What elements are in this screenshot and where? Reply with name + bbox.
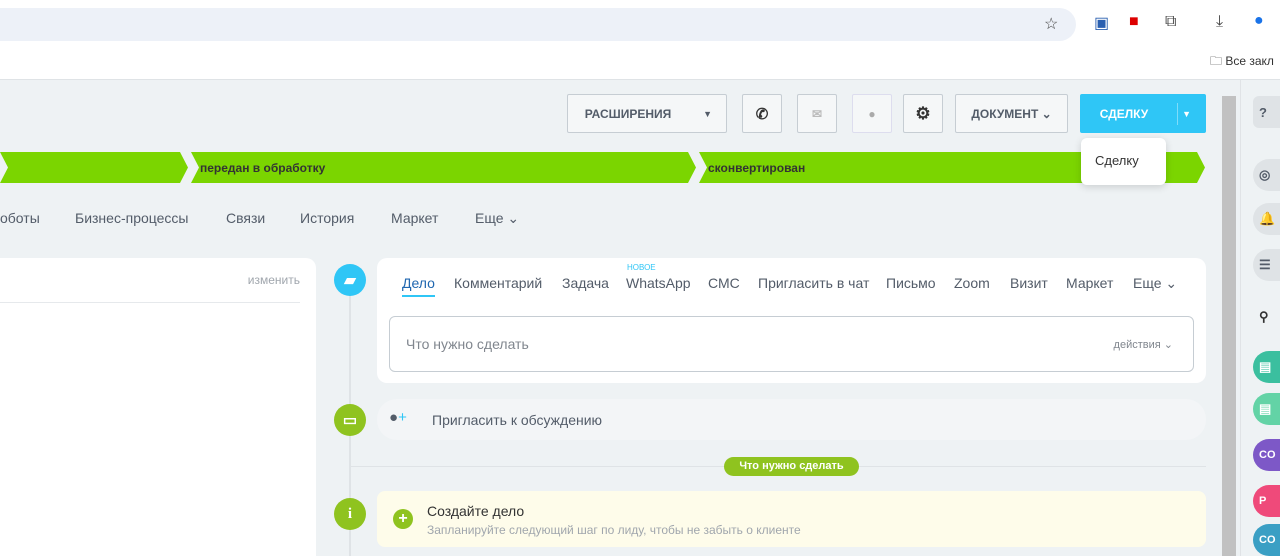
tab-robots[interactable]: оботы: [0, 210, 40, 226]
activity-tab-more[interactable]: Еще ⌄: [1133, 275, 1177, 292]
activity-icon: ▰: [334, 264, 366, 296]
tab-history[interactable]: История: [300, 210, 354, 226]
activity-tab-sms[interactable]: СМС: [708, 275, 740, 291]
info-icon: i: [334, 498, 366, 530]
create-task-title: Создайте дело: [427, 503, 525, 519]
profile-icon[interactable]: ●: [1254, 12, 1264, 30]
add-user-icon: ●+: [389, 409, 407, 426]
help-icon[interactable]: ?: [1253, 96, 1280, 128]
activity-tab-task[interactable]: Дело: [402, 275, 435, 291]
activity-more-label: Еще: [1133, 275, 1162, 291]
caret-down-icon: ▼: [1182, 108, 1191, 119]
activity-tab-comment[interactable]: Комментарий: [454, 275, 542, 291]
create-deal-button[interactable]: СДЕЛКУ ▼: [1080, 94, 1206, 133]
activity-tab-zoom[interactable]: Zoom: [954, 275, 990, 291]
plus-icon[interactable]: +: [393, 509, 413, 529]
puzzle-icon[interactable]: ⧉: [1165, 13, 1176, 31]
create-task-subtitle: Запланируйте следующий шаг по лиду, чтоб…: [427, 523, 801, 537]
timeman-icon[interactable]: ◎: [1253, 159, 1280, 191]
activity-tab-whatsapp[interactable]: WhatsApp: [626, 275, 691, 291]
right-sidebar: ? ◎ 🔔 ☰ ⚲ ▤ ▤ CO P CO: [1240, 80, 1280, 556]
avatar[interactable]: CO: [1253, 524, 1280, 556]
task-placeholder: Что нужно сделать: [406, 336, 529, 352]
tab-business-processes[interactable]: Бизнес-процессы: [75, 210, 188, 226]
deal-label: СДЕЛКУ: [1099, 106, 1149, 121]
invite-discussion[interactable]: ●+ Пригласить к обсуждению: [377, 399, 1206, 440]
activity-tab-invite-chat[interactable]: Пригласить в чат: [758, 275, 869, 291]
actions-label: действия: [1113, 339, 1161, 351]
tab-more-label: Еще: [475, 210, 504, 226]
activity-tab-email[interactable]: Письмо: [886, 275, 936, 291]
star-icon[interactable]: ☆: [1044, 14, 1058, 34]
all-bookmarks[interactable]: 🗀 Все закл: [1210, 52, 1274, 73]
new-badge: НОВОЕ: [627, 263, 656, 272]
avatar-initials: P: [1259, 495, 1267, 507]
extensions-button[interactable]: РАСШИРЕНИЯ ▼: [567, 94, 727, 133]
phone-icon: ✆: [755, 105, 769, 123]
stage-previous[interactable]: [0, 152, 188, 183]
chevron-down-icon: ⌄: [1041, 106, 1052, 121]
chat-icon: ●: [868, 106, 876, 121]
avatar-initials: CO: [1259, 534, 1276, 546]
extensions-label: РАСШИРЕНИЯ: [584, 106, 672, 121]
deal-dropdown-item[interactable]: Сделку: [1081, 138, 1166, 185]
activity-tab-visit[interactable]: Визит: [1010, 275, 1048, 291]
edit-link[interactable]: изменить: [248, 273, 300, 287]
tab-more[interactable]: Еще ⌄: [475, 210, 519, 227]
todo-section-badge: Что нужно сделать: [724, 457, 859, 476]
comment-icon: ▭: [334, 404, 366, 436]
left-panel: изменить: [0, 258, 316, 556]
stage-processing[interactable]: передан в обработку: [191, 152, 696, 183]
stage-label: сконвертирован: [708, 160, 806, 175]
dropdown-item-label: Сделку: [1095, 153, 1139, 168]
tab-market[interactable]: Маркет: [391, 210, 438, 226]
chat-button[interactable]: ●: [852, 94, 892, 133]
task-input[interactable]: Что нужно сделать действия ⌄: [389, 316, 1194, 372]
stage-label: передан в обработку: [200, 160, 326, 175]
create-task-card[interactable]: + Создайте дело Запланируйте следующий ш…: [377, 491, 1206, 547]
save-extension-icon[interactable]: ▣: [1094, 13, 1109, 33]
contact-icon[interactable]: ▤: [1253, 351, 1280, 383]
actions-dropdown[interactable]: действия ⌄: [1114, 338, 1173, 351]
caret-down-icon: ▼: [703, 108, 712, 119]
form-icon[interactable]: ▤: [1253, 393, 1280, 425]
avatar[interactable]: P: [1253, 485, 1280, 517]
gear-icon: ⚙: [915, 103, 931, 123]
tab-links[interactable]: Связи: [226, 210, 265, 226]
email-button[interactable]: ✉: [797, 94, 837, 133]
youtube-extension-icon[interactable]: ■: [1129, 13, 1139, 31]
document-button[interactable]: ДОКУМЕНТ ⌄: [955, 94, 1068, 133]
address-bar[interactable]: [0, 8, 1076, 41]
download-icon[interactable]: ⤓: [1216, 13, 1223, 31]
settings-button[interactable]: ⚙: [903, 94, 943, 133]
chat-list-icon[interactable]: ☰: [1253, 249, 1280, 281]
call-button[interactable]: ✆: [742, 94, 782, 133]
invite-label: Пригласить к обсуждению: [432, 412, 603, 428]
scrollbar[interactable]: [1222, 96, 1236, 556]
browser-chrome: ☆ ▣ ■ ⧉ ⤓ ● 🗀 Все закл: [0, 0, 1280, 80]
activity-tab-todo[interactable]: Задача: [562, 275, 609, 291]
activity-tab-market[interactable]: Маркет: [1066, 275, 1113, 291]
envelope-icon: ✉: [811, 106, 823, 121]
search-icon[interactable]: ⚲: [1253, 301, 1280, 333]
avatar-initials: CO: [1259, 449, 1276, 461]
bookmarks-label: Все закл: [1225, 54, 1274, 68]
avatar[interactable]: CO: [1253, 439, 1280, 471]
document-label: ДОКУМЕНТ: [971, 106, 1039, 121]
bell-icon[interactable]: 🔔: [1253, 203, 1280, 235]
